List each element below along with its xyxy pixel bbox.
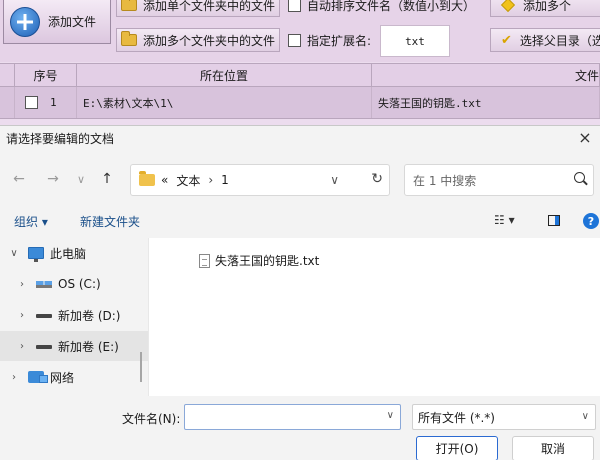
row-gutter xyxy=(0,87,15,118)
forward-icon[interactable]: → xyxy=(42,168,64,190)
search-placeholder: 在 1 中搜索 xyxy=(413,173,477,188)
filetype-select[interactable]: 所有文件 (*.*) ∨ xyxy=(412,404,596,430)
row-location: E:\素材\文本\1\ xyxy=(77,87,372,118)
command-bar: 组织 ▾ 新建文件夹 ☷ ▾ ? xyxy=(0,210,600,234)
add-file-button[interactable]: 添加文件 xyxy=(3,0,111,44)
background-app: 添加文件 添加单个文件夹中的文件 添加多个文件夹中的文件 自动排序文件名（数值小… xyxy=(0,0,600,125)
folder-icon xyxy=(139,171,155,186)
network-icon xyxy=(28,371,48,383)
chevron-down-icon[interactable]: ∨ xyxy=(8,248,20,259)
dialog-footer: 文件名(N): ∨ 所有文件 (*.*) ∨ 打开(O) 取消 xyxy=(0,396,600,460)
file-name: 失落王国的钥匙.txt xyxy=(215,254,320,268)
search-input[interactable]: 在 1 中搜索 xyxy=(404,164,594,196)
grid-header-location[interactable]: 所在位置 xyxy=(77,64,372,86)
file-grid: 序号 所在位置 文件 1 E:\素材\文本\1\ 失落王国的钥匙.txt xyxy=(0,63,600,119)
tree-item-d-drive[interactable]: › 新加卷 (D:) xyxy=(0,300,148,330)
auto-sort-checkbox[interactable]: 自动排序文件名（数值小到大） xyxy=(288,0,475,17)
chevron-right-icon[interactable]: › xyxy=(16,310,28,321)
drive-icon xyxy=(36,345,52,349)
chevron-down-icon[interactable]: ∨ xyxy=(387,410,394,421)
tree-item-label: OS (C:) xyxy=(58,277,101,291)
drive-icon xyxy=(36,314,52,318)
row-index: 1 xyxy=(50,96,57,109)
breadcrumb-separator[interactable]: › xyxy=(208,173,213,187)
breadcrumb-item[interactable]: 文本 xyxy=(176,172,200,189)
up-icon[interactable]: ↑ xyxy=(96,168,118,190)
tree-item-network[interactable]: › 网络 xyxy=(0,362,148,392)
add-more-button[interactable]: 添加多个 xyxy=(490,0,600,17)
text-file-icon xyxy=(199,253,210,268)
grid-header-index[interactable]: 序号 xyxy=(15,64,77,86)
close-icon[interactable]: × xyxy=(574,126,596,148)
tree-item-label: 新加卷 (D:) xyxy=(58,308,121,323)
open-file-dialog: 请选择要编辑的文档 × ← → ∨ ↑ « 文本 › 1 ∨ ↻ 在 1 中搜索… xyxy=(0,125,600,460)
diamond-icon xyxy=(500,0,516,13)
organize-menu[interactable]: 组织 ▾ xyxy=(14,213,48,230)
list-item[interactable]: 失落王国的钥匙.txt xyxy=(199,252,319,269)
help-icon[interactable]: ? xyxy=(583,213,599,229)
add-single-folder-button[interactable]: 添加单个文件夹中的文件 xyxy=(116,0,280,17)
add-file-label: 添加文件 xyxy=(48,15,97,29)
back-icon[interactable]: ← xyxy=(8,168,30,190)
navigation-bar: ← → ∨ ↑ « 文本 › 1 ∨ ↻ 在 1 中搜索 xyxy=(0,162,600,196)
add-single-folder-label: 添加单个文件夹中的文件 xyxy=(143,0,276,13)
tree-item-label: 此电脑 xyxy=(50,246,87,261)
navigation-tree: ∨ 此电脑 › OS (C:) › 新加卷 (D:) › 新加卷 (E:) › … xyxy=(0,238,148,396)
app-toolbar: 添加文件 添加单个文件夹中的文件 添加多个文件夹中的文件 自动排序文件名（数值小… xyxy=(0,0,600,62)
add-multi-folder-button[interactable]: 添加多个文件夹中的文件 xyxy=(116,28,280,52)
filetype-value: 所有文件 (*.*) xyxy=(418,410,495,425)
chevron-right-icon[interactable]: › xyxy=(8,372,20,383)
chevron-down-icon[interactable]: ∨ xyxy=(330,173,339,187)
checkbox[interactable] xyxy=(288,0,301,12)
plus-icon xyxy=(10,6,40,37)
os-drive-icon xyxy=(36,280,52,288)
table-row[interactable]: 1 E:\素材\文本\1\ 失落王国的钥匙.txt xyxy=(0,87,600,119)
recent-locations-icon[interactable]: ∨ xyxy=(70,168,92,190)
folder-icon xyxy=(121,31,137,46)
folder-icon xyxy=(121,0,137,11)
ext-label: 指定扩展名: xyxy=(307,33,372,48)
grid-header: 序号 所在位置 文件 xyxy=(0,63,600,87)
cancel-button[interactable]: 取消 xyxy=(512,436,594,460)
select-parent-button[interactable]: ✔ 选择父目录（选 xyxy=(490,28,600,52)
chevron-right-icon[interactable]: › xyxy=(16,279,28,290)
breadcrumb-overflow[interactable]: « xyxy=(161,173,168,187)
extension-input[interactable]: txt xyxy=(380,25,450,57)
grid-header-spacer xyxy=(0,64,15,86)
check-icon: ✔ xyxy=(501,32,512,48)
open-button[interactable]: 打开(O) xyxy=(416,436,498,460)
new-folder-button[interactable]: 新建文件夹 xyxy=(80,213,140,230)
grid-header-filename[interactable]: 文件 xyxy=(372,64,600,86)
file-list: 失落王国的钥匙.txt xyxy=(149,238,600,396)
tree-item-c-drive[interactable]: › OS (C:) xyxy=(0,269,148,299)
row-filename: 失落王国的钥匙.txt xyxy=(372,87,600,118)
auto-sort-label: 自动排序文件名（数值小到大） xyxy=(307,0,476,13)
row-index-cell: 1 xyxy=(15,87,77,118)
ext-checkbox[interactable]: 指定扩展名: xyxy=(288,28,371,52)
preview-pane-icon[interactable] xyxy=(548,215,560,226)
address-bar[interactable]: « 文本 › 1 ∨ ↻ xyxy=(130,164,390,196)
chevron-down-icon[interactable]: ∨ xyxy=(582,411,589,422)
checkbox[interactable] xyxy=(288,33,301,47)
computer-icon xyxy=(28,247,44,262)
select-parent-label: 选择父目录（选 xyxy=(519,33,600,48)
view-options-icon[interactable]: ☷ ▾ xyxy=(494,213,515,227)
tree-item-label: 网络 xyxy=(50,370,75,385)
breadcrumb-item[interactable]: 1 xyxy=(221,173,229,187)
filename-label: 文件名(N): xyxy=(122,412,181,426)
chevron-right-icon[interactable]: › xyxy=(16,341,28,352)
tree-item-this-pc[interactable]: ∨ 此电脑 xyxy=(0,238,148,268)
dialog-title: 请选择要编辑的文档 xyxy=(6,132,115,146)
tree-scrollbar[interactable] xyxy=(140,352,142,382)
refresh-icon[interactable]: ↻ xyxy=(371,171,383,187)
row-checkbox[interactable] xyxy=(25,96,38,109)
search-icon[interactable] xyxy=(574,172,585,183)
tree-item-e-drive[interactable]: › 新加卷 (E:) xyxy=(0,331,148,361)
add-multi-folder-label: 添加多个文件夹中的文件 xyxy=(143,33,276,48)
add-more-label: 添加多个 xyxy=(523,0,572,13)
tree-item-label: 新加卷 (E:) xyxy=(58,339,119,354)
filename-field[interactable]: ∨ xyxy=(184,404,401,430)
